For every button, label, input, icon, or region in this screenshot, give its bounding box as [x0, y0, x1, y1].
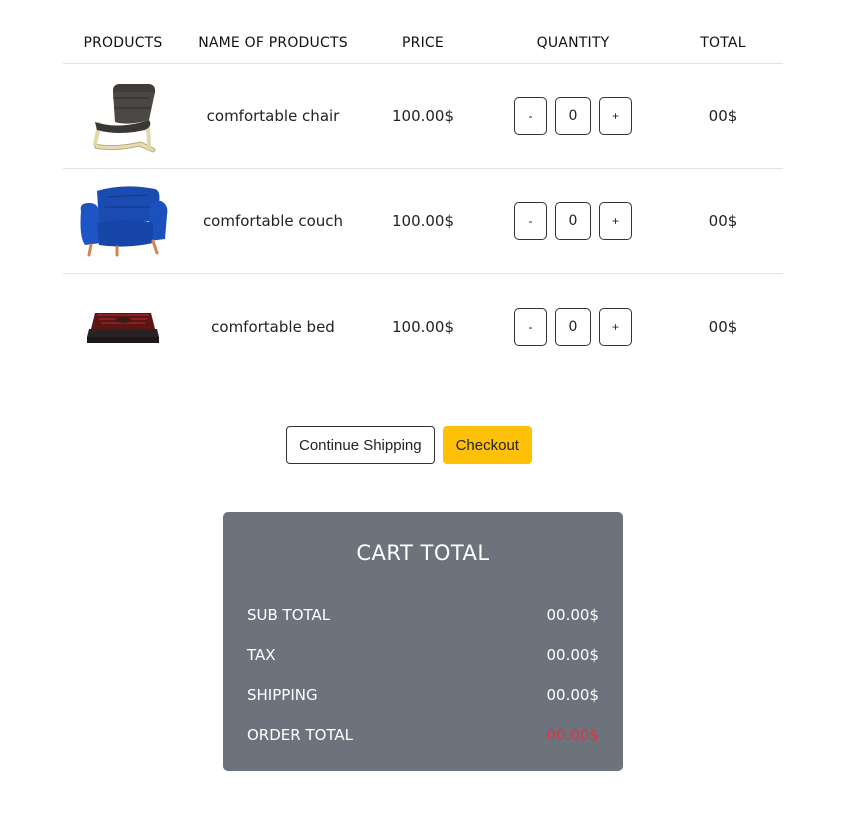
tax-label: TAX: [247, 646, 276, 664]
cart-total-panel: CART TOTAL SUB TOTAL 00.00$ TAX 00.00$ S…: [223, 512, 623, 771]
order-total-label: ORDER TOTAL: [247, 726, 354, 744]
armchair-icon: [93, 84, 156, 153]
product-name: comfortable couch: [202, 212, 344, 230]
tax-row: TAX 00.00$: [247, 635, 599, 675]
table-row: comfortable couch 100.00$ - + 00$: [63, 169, 783, 274]
shipping-label: SHIPPING: [247, 686, 318, 704]
product-total: 00$: [708, 107, 738, 125]
header-price: PRICE: [402, 34, 444, 51]
tax-value: 00.00$: [546, 646, 600, 664]
cart-total-title: CART TOTAL: [356, 541, 490, 565]
bed-icon: [87, 312, 159, 343]
table-row: comfortable chair 100.00$ - + 00$: [63, 64, 783, 169]
product-name: comfortable bed: [211, 317, 335, 336]
decrement-button[interactable]: -: [514, 202, 547, 240]
header-total: TOTAL: [700, 34, 746, 51]
header-name: NAME OF PRODUCTS: [198, 34, 348, 51]
table-header: PRODUCTS NAME OF PRODUCTS PRICE QUANTITY…: [63, 22, 783, 64]
increment-button[interactable]: +: [599, 307, 632, 346]
product-name: comfortable chair: [206, 107, 340, 125]
product-image: [63, 183, 183, 259]
checkout-button[interactable]: Checkout: [442, 426, 532, 464]
quantity-stepper: - +: [483, 307, 663, 346]
subtotal-value: 00.00$: [546, 606, 600, 624]
cart-table: PRODUCTS NAME OF PRODUCTS PRICE QUANTITY…: [63, 22, 783, 379]
order-total-value: 00.00$: [546, 726, 600, 744]
continue-shipping-button[interactable]: Continue Shipping: [286, 426, 435, 464]
quantity-stepper: - +: [483, 97, 663, 135]
cart-actions: Continue Shipping Checkout: [286, 426, 532, 464]
product-price: 100.00$: [391, 107, 455, 125]
cart-total-rows: SUB TOTAL 00.00$ TAX 00.00$ SHIPPING 00.…: [247, 595, 599, 755]
increment-button[interactable]: +: [599, 202, 632, 240]
shipping-value: 00.00$: [546, 686, 600, 704]
order-total-row: ORDER TOTAL 00.00$: [247, 715, 599, 755]
quantity-stepper: - +: [483, 202, 663, 240]
table-row: comfortable bed 100.00$ - + 00$: [63, 274, 783, 379]
decrement-button[interactable]: -: [514, 97, 547, 135]
product-image: [63, 78, 183, 154]
subtotal-label: SUB TOTAL: [247, 606, 331, 624]
product-image: [63, 307, 183, 347]
product-price: 100.00$: [391, 212, 455, 230]
product-total: 00$: [708, 317, 738, 336]
shipping-row: SHIPPING 00.00$: [247, 675, 599, 715]
subtotal-row: SUB TOTAL 00.00$: [247, 595, 599, 635]
quantity-input[interactable]: [555, 202, 591, 240]
header-products: PRODUCTS: [83, 34, 163, 51]
sofa-chair-icon: [80, 186, 168, 257]
increment-button[interactable]: +: [599, 97, 632, 135]
product-price: 100.00$: [391, 317, 455, 336]
header-quantity: QUANTITY: [536, 34, 610, 51]
decrement-button[interactable]: -: [514, 307, 547, 346]
quantity-input[interactable]: [555, 97, 591, 135]
product-total: 00$: [708, 212, 738, 230]
quantity-input[interactable]: [555, 307, 591, 346]
